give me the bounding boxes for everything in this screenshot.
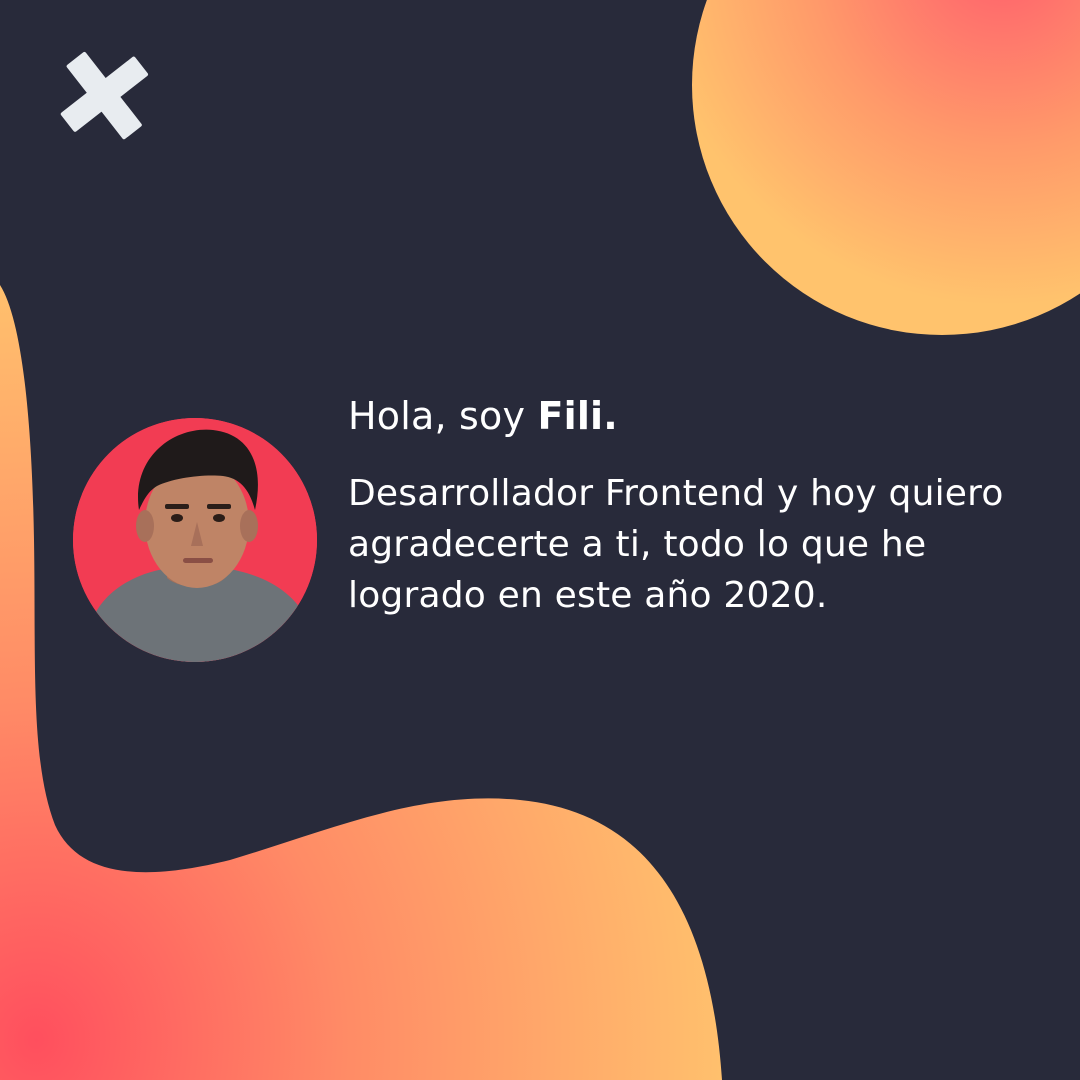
plus-icon bbox=[60, 51, 149, 140]
avatar bbox=[73, 418, 317, 662]
greeting-name: Fili. bbox=[537, 394, 618, 438]
greeting-prefix: Hola, soy bbox=[348, 394, 538, 438]
post-canvas: Hola, soy Fili. Desarrollador Frontend y… bbox=[0, 0, 1080, 1080]
bio-text: Desarrollador Frontend y hoy quiero agra… bbox=[348, 473, 1004, 616]
avatar-photo bbox=[73, 418, 317, 662]
intro-text: Hola, soy Fili. Desarrollador Frontend y… bbox=[348, 388, 1028, 621]
top-right-blob bbox=[692, 0, 1080, 335]
greeting: Hola, soy Fili. bbox=[348, 388, 1028, 444]
